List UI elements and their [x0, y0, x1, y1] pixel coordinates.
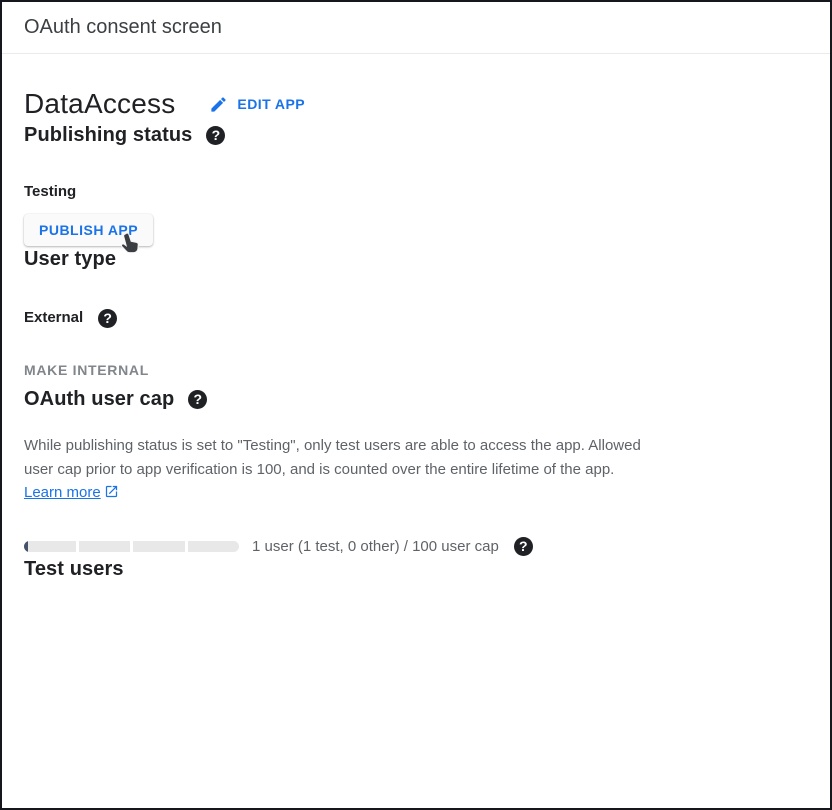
page-title: OAuth consent screen: [24, 15, 808, 39]
progress-segment: [24, 541, 76, 552]
user-type-heading: User type: [24, 246, 808, 272]
publish-app-button-wrap: PUBLISH APP: [24, 214, 153, 246]
user-cap-progress-bar: [24, 541, 239, 552]
oauth-user-cap-heading: OAuth user cap ?: [24, 386, 808, 412]
status-text: Testing: [24, 182, 76, 202]
external-link-icon: [101, 484, 119, 501]
user-cap-usage-row: 1 user (1 test, 0 other) / 100 user cap …: [24, 537, 808, 556]
progress-segment: [188, 541, 240, 552]
edit-app-label: EDIT APP: [237, 96, 305, 112]
publishing-status-title: Publishing status: [24, 122, 192, 148]
user-type-value: External ?: [24, 308, 808, 328]
user-type-text: External: [24, 308, 83, 328]
learn-more-link[interactable]: Learn more: [24, 484, 119, 501]
page-header: OAuth consent screen: [2, 2, 830, 54]
publishing-status-heading: Publishing status ?: [24, 122, 808, 148]
edit-app-button[interactable]: EDIT APP: [203, 91, 311, 118]
user-cap-usage-text: 1 user (1 test, 0 other) / 100 user cap: [252, 538, 499, 555]
progress-segment: [133, 541, 185, 552]
help-icon[interactable]: ?: [188, 390, 207, 409]
test-users-heading: Test users: [24, 556, 808, 582]
progress-segment: [79, 541, 131, 552]
help-icon[interactable]: ?: [98, 309, 117, 328]
main-content: DataAccess EDIT APP Publishing status ? …: [2, 86, 830, 582]
app-name: DataAccess: [24, 86, 175, 122]
pencil-icon: [209, 95, 228, 114]
publish-app-button[interactable]: PUBLISH APP: [24, 214, 153, 246]
publishing-status-value: Testing: [24, 182, 808, 202]
user-cap-description-text: While publishing status is set to "Testi…: [24, 437, 641, 478]
help-icon[interactable]: ?: [514, 537, 533, 556]
user-cap-description: While publishing status is set to "Testi…: [24, 434, 648, 505]
oauth-user-cap-title: OAuth user cap: [24, 386, 174, 412]
make-internal-button[interactable]: MAKE INTERNAL: [13, 354, 160, 386]
app-title-row: DataAccess EDIT APP: [24, 86, 808, 122]
user-type-title: User type: [24, 246, 116, 272]
learn-more-label: Learn more: [24, 484, 101, 501]
oauth-consent-page: OAuth consent screen DataAccess EDIT APP…: [0, 0, 832, 810]
test-users-title: Test users: [24, 556, 124, 582]
help-icon[interactable]: ?: [206, 126, 225, 145]
